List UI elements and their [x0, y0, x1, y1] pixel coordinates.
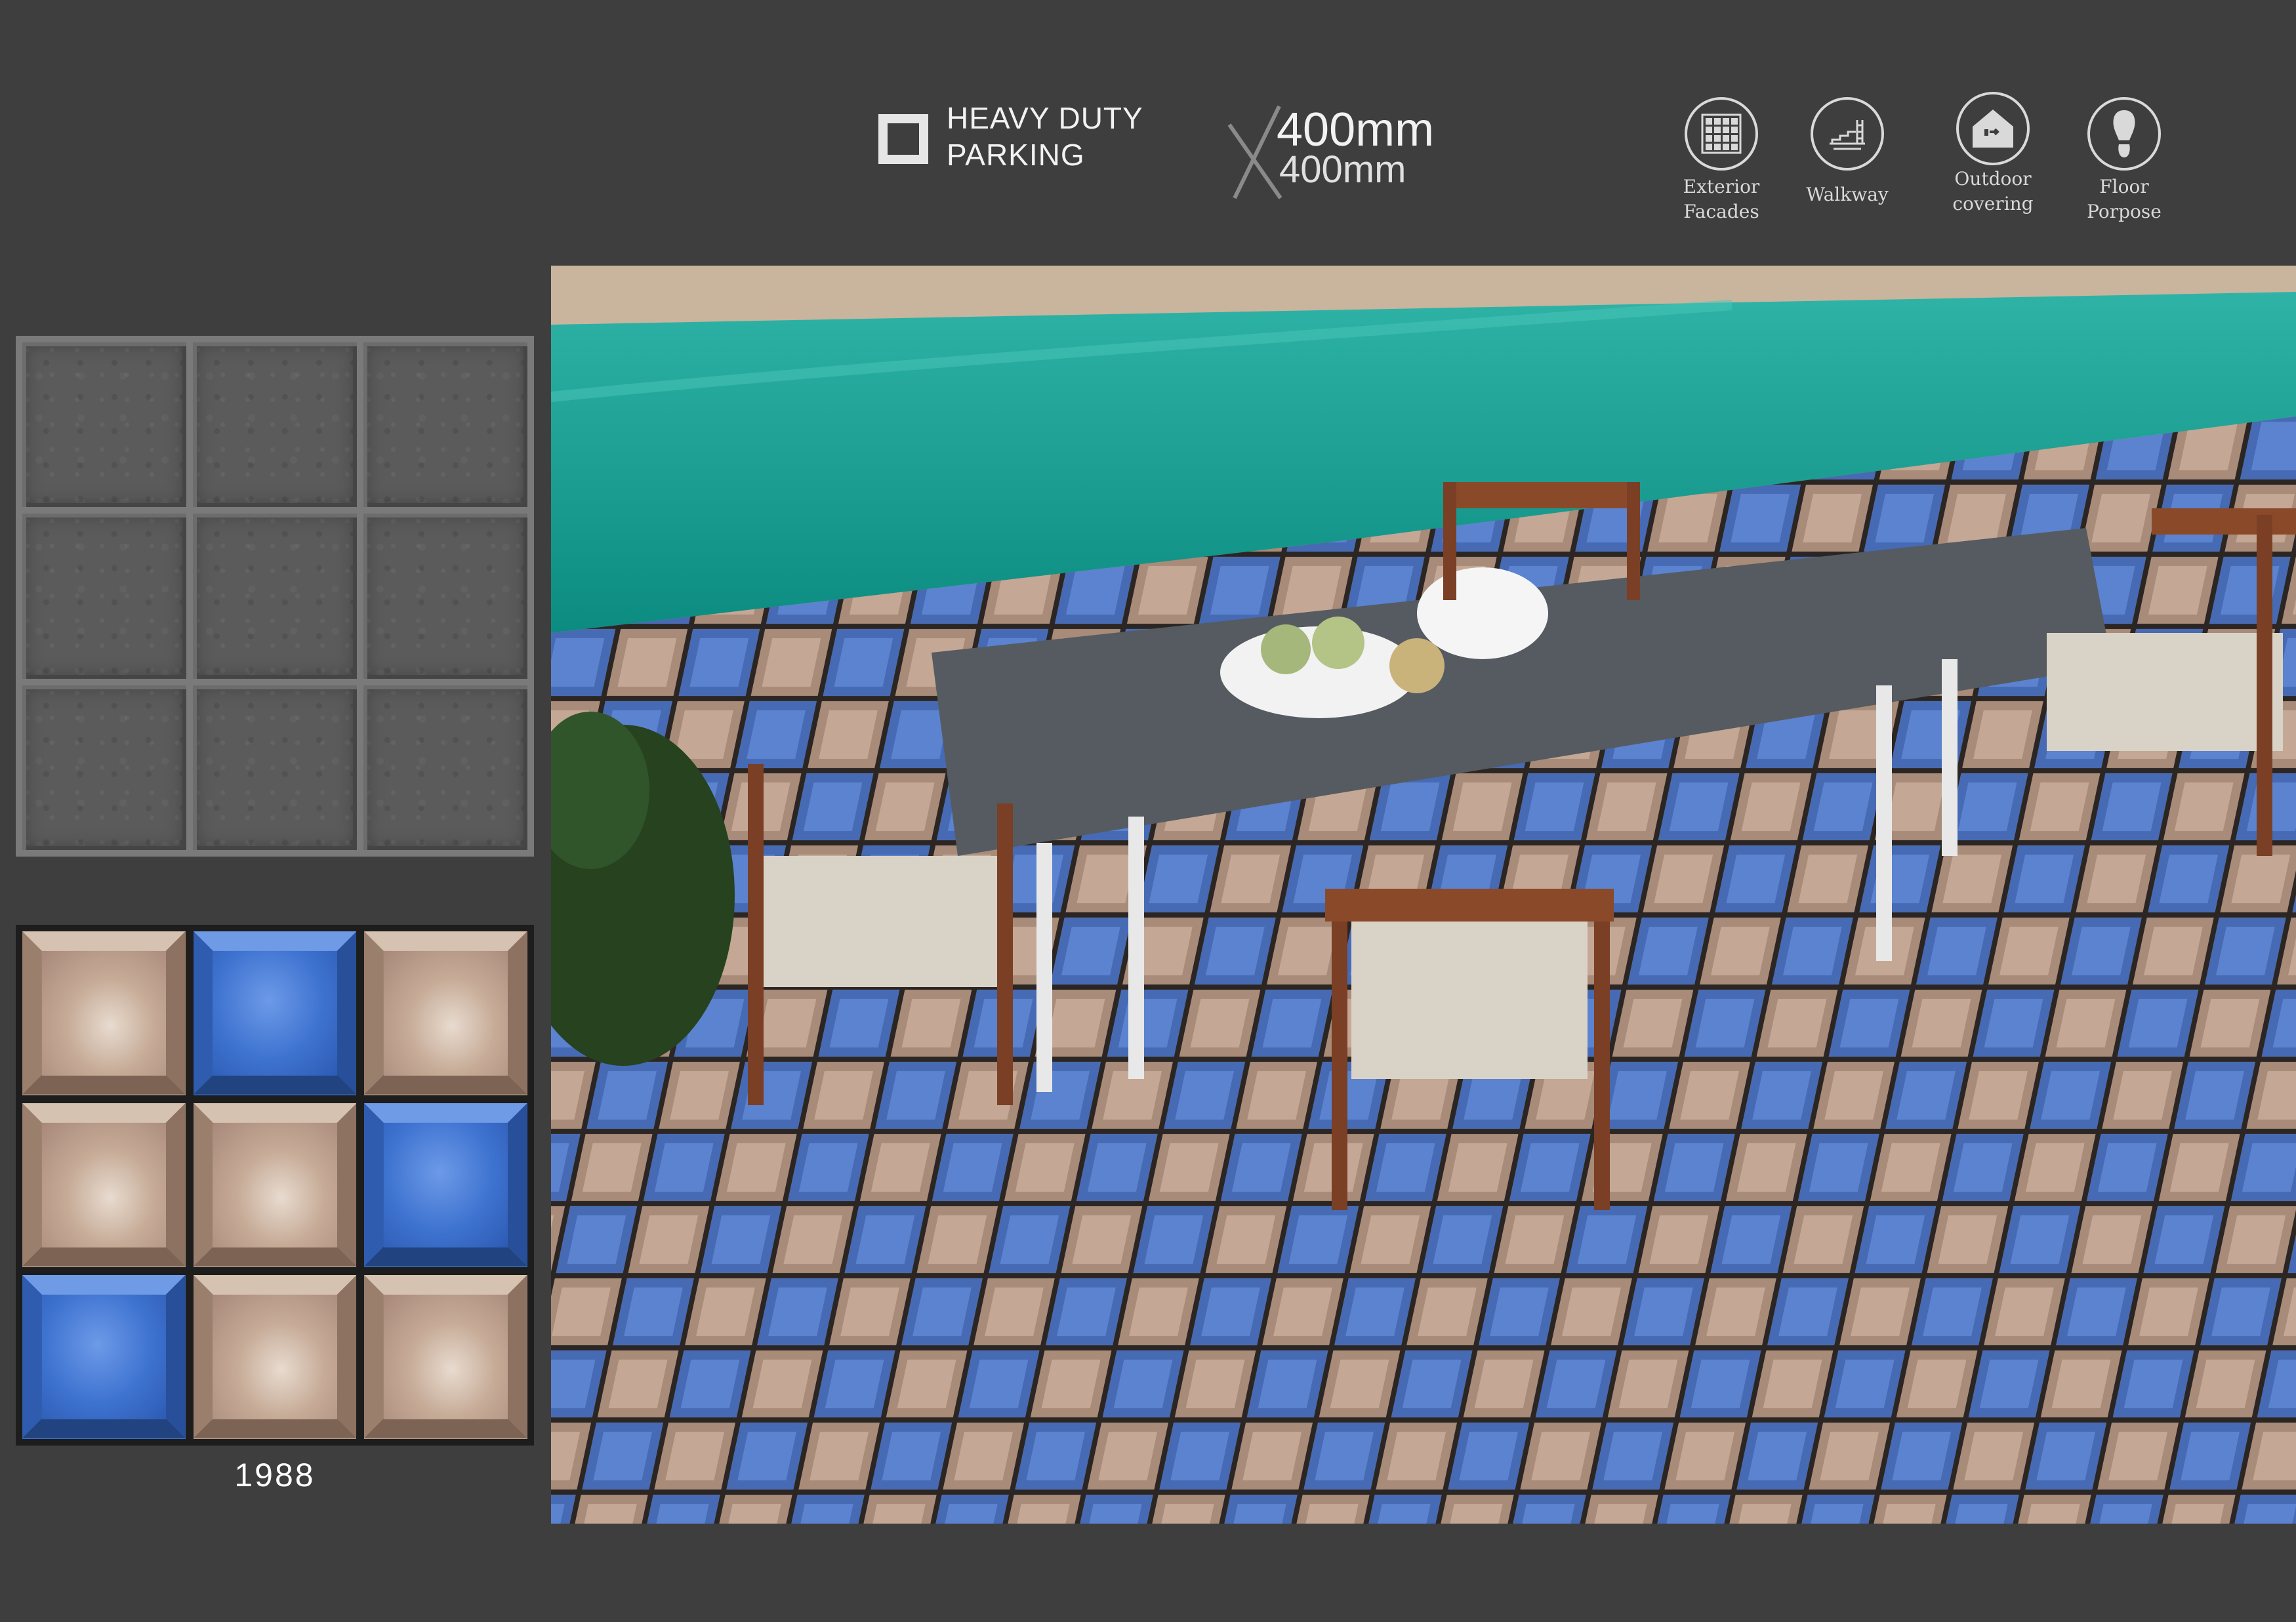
tile — [22, 514, 186, 679]
badge-label: HEAVY DUTY PARKING — [947, 100, 1143, 173]
grid-icon — [1685, 97, 1758, 171]
product-code: 1988 — [234, 1457, 316, 1493]
use-label-line-2: covering — [1952, 193, 2034, 214]
use-label-line-1: Floor — [2099, 176, 2149, 197]
use-exterior-facades: Exterior Facades — [1656, 97, 1787, 224]
use-walkway: Walkway — [1782, 97, 1913, 207]
use-label-line-1: Walkway — [1806, 184, 1889, 205]
tile-beige — [193, 1275, 357, 1439]
badge-line-2: PARKING — [947, 138, 1085, 172]
square-icon — [878, 114, 928, 164]
tile-beige — [22, 1103, 186, 1267]
tile-beige — [364, 931, 527, 1095]
scene-illustration — [551, 266, 2296, 1524]
use-outdoor-covering: Outdoor covering — [1927, 92, 2059, 216]
tile-beige — [22, 931, 186, 1095]
house-icon — [1956, 92, 2030, 165]
use-label-line-1: Exterior — [1683, 176, 1760, 197]
use-floor-purpose: Floor Porpose — [2059, 97, 2190, 224]
tile — [22, 342, 186, 508]
size-width: 400mm — [1277, 104, 1435, 156]
tile — [363, 342, 527, 508]
use-label: Floor Porpose — [2059, 174, 2190, 224]
use-label: Outdoor covering — [1927, 167, 2059, 216]
tile-beige — [364, 1275, 527, 1439]
tile — [193, 685, 357, 850]
footprint-icon — [2087, 97, 2161, 171]
badge-line-1: HEAVY DUTY — [947, 101, 1143, 135]
gray-tile-swatch — [16, 336, 534, 857]
pool-patio-photo — [551, 266, 2296, 1524]
tile-beige — [193, 1103, 357, 1267]
size-height: 400mm — [1279, 148, 1406, 191]
tile-blue — [364, 1103, 527, 1267]
tile — [363, 514, 527, 679]
tile-blue — [193, 931, 357, 1095]
tile — [363, 685, 527, 850]
tile — [193, 342, 357, 508]
use-label: Walkway — [1782, 182, 1913, 207]
use-label-line-2: Porpose — [2087, 201, 2162, 222]
use-label-line-2: Facades — [1683, 201, 1759, 222]
use-label: Exterior Facades — [1656, 174, 1787, 224]
tile-blue — [22, 1275, 186, 1439]
tile — [193, 514, 357, 679]
tile-size: 400mm 400mm — [1221, 100, 1458, 205]
tile — [22, 685, 186, 850]
walkway-icon — [1811, 97, 1884, 171]
use-label-line-1: Outdoor — [1954, 168, 2032, 190]
color-tile-swatch — [16, 925, 534, 1446]
